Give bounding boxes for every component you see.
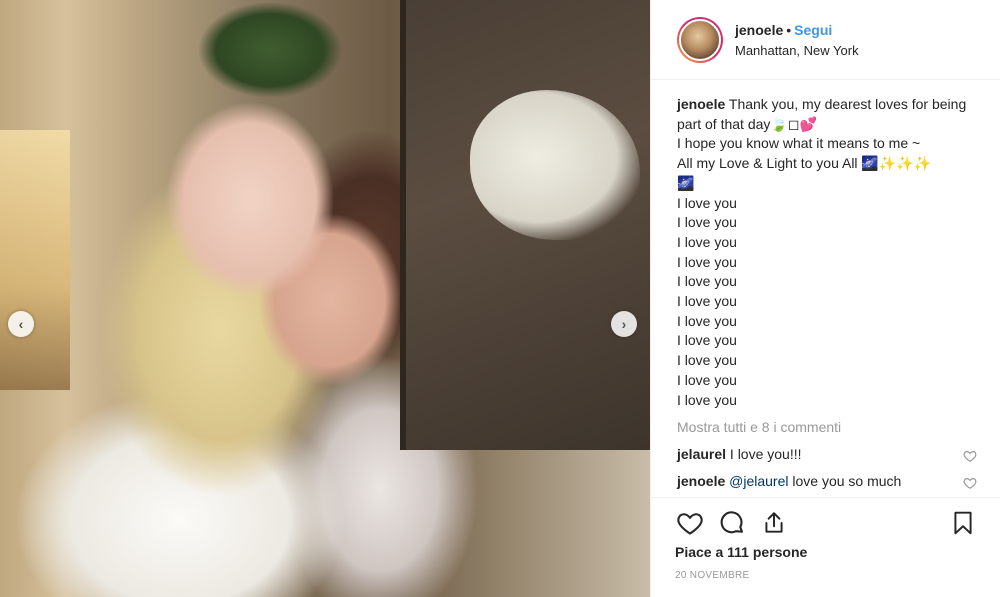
- comment-text: love you so much: [788, 472, 902, 489]
- comment-username[interactable]: jelaurel: [677, 446, 726, 462]
- post-header: jenoele • Segui Manhattan, New York: [651, 0, 1000, 80]
- caption-text: Thank you, my dearest loves for being pa…: [677, 96, 967, 408]
- like-button[interactable]: [675, 508, 705, 538]
- comment-username[interactable]: jenoele: [677, 473, 725, 489]
- avatar[interactable]: [677, 16, 723, 63]
- caption-username[interactable]: jenoele: [677, 96, 725, 112]
- separator-dot: •: [786, 21, 792, 38]
- comment-button[interactable]: [717, 508, 747, 538]
- post-date[interactable]: 20 NOVEMBRE: [675, 570, 978, 581]
- photo-lamp: [0, 130, 70, 390]
- action-icons: [675, 498, 978, 542]
- carousel-prev-button[interactable]: ‹: [8, 311, 34, 337]
- comment-text: I love you!!!: [726, 445, 802, 462]
- author-username[interactable]: jenoele: [735, 22, 783, 38]
- share-button[interactable]: [759, 508, 789, 538]
- carousel-next-button[interactable]: ›: [611, 311, 637, 337]
- view-all-comments-link[interactable]: Mostra tutti e 8 i commenti: [677, 418, 1000, 438]
- post-photo[interactable]: [0, 0, 650, 597]
- comment-heart-icon[interactable]: [963, 449, 977, 463]
- comment-mention[interactable]: @jelaurel: [729, 473, 788, 489]
- caption: jenoele Thank you, my dearest loves for …: [677, 95, 977, 410]
- save-button[interactable]: [948, 508, 978, 538]
- likes-count[interactable]: Piace a 111 persone: [675, 544, 978, 560]
- chevron-right-icon: ›: [621, 316, 627, 332]
- follow-button[interactable]: Segui: [794, 22, 832, 38]
- bookmark-icon: [954, 511, 972, 535]
- post-actions: Piace a 111 persone 20 NOVEMBRE: [651, 497, 1000, 597]
- comment-item: jenoele @jelaurel love you so much: [677, 472, 977, 492]
- share-icon: [765, 512, 783, 533]
- heart-icon: [677, 513, 703, 535]
- comment-icon: [720, 511, 743, 534]
- location-link[interactable]: Manhattan, New York: [735, 42, 859, 60]
- post-side-panel: jenoele • Segui Manhattan, New York jenoel…: [650, 0, 1000, 597]
- comment-heart-icon[interactable]: [963, 476, 977, 490]
- comment-item: jelaurel I love you!!!: [677, 445, 977, 465]
- chevron-left-icon: ‹: [18, 316, 24, 332]
- comments-section[interactable]: jenoele Thank you, my dearest loves for …: [651, 80, 1000, 497]
- post-author: jenoele • Segui Manhattan, New York: [735, 20, 859, 59]
